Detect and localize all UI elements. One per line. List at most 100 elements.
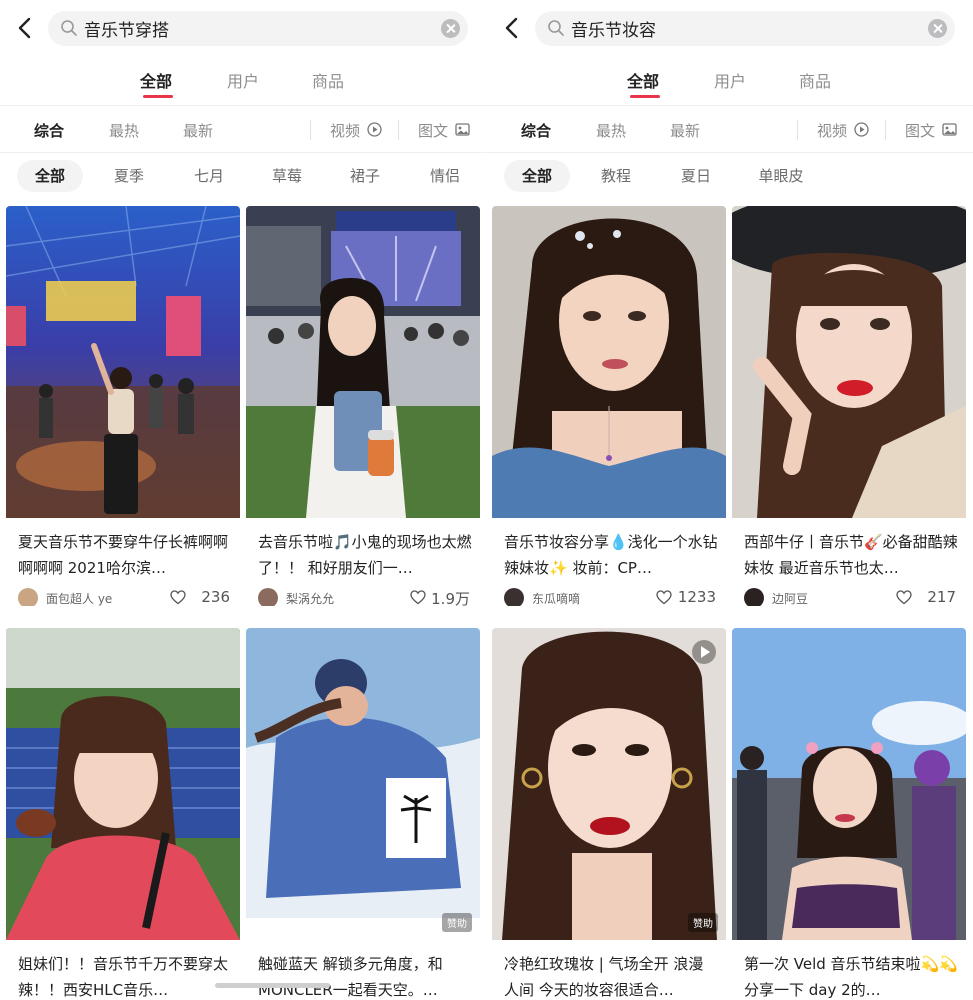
tab-users[interactable]: 用户 bbox=[714, 68, 746, 92]
clear-search-icon[interactable] bbox=[928, 19, 947, 38]
tab-users[interactable]: 用户 bbox=[227, 68, 259, 92]
tab-all-label: 全部 bbox=[140, 72, 173, 91]
tab-products[interactable]: 商品 bbox=[312, 68, 344, 92]
keyword-chips: 全部 教程 夏日 单眼皮 bbox=[487, 160, 973, 192]
chip-summer-day[interactable]: 夏日 bbox=[667, 160, 725, 192]
search-icon bbox=[61, 20, 77, 36]
play-circle-icon[interactable] bbox=[854, 122, 869, 137]
tab-all[interactable]: 全部 bbox=[140, 68, 173, 98]
play-circle-icon[interactable] bbox=[367, 122, 382, 137]
sort-hottest[interactable]: 最热 bbox=[109, 120, 139, 141]
separator bbox=[398, 120, 399, 140]
image-icon[interactable] bbox=[942, 122, 957, 137]
video-play-icon[interactable] bbox=[692, 640, 716, 664]
note-title: 冷艳红玫瑰妆 | 气场全开 浪漫人间 今天的妆容很适合… bbox=[504, 955, 704, 999]
heart-icon[interactable] bbox=[170, 590, 186, 605]
back-icon[interactable] bbox=[501, 16, 523, 40]
separator bbox=[797, 120, 798, 140]
note-title: 姐妹们！！音乐节千万不要穿太辣！！西安HLC音乐… bbox=[18, 955, 229, 999]
note-card[interactable]: 赞助 触碰蓝天 解锁多元角度，和MONCLER一起看天空。… bbox=[246, 628, 480, 1000]
chip-july[interactable]: 七月 bbox=[180, 160, 238, 192]
note-cover-image[interactable] bbox=[732, 628, 966, 940]
active-tab-indicator bbox=[630, 95, 660, 98]
chip-summer[interactable]: 夏季 bbox=[100, 160, 158, 192]
note-card[interactable]: 去音乐节啦🎵小鬼的现场也太燃了！！ 和好朋友们一… 梨涡允允 1.9万 bbox=[246, 206, 480, 606]
sort-bar: 综合 最热 最新 视频 图文 bbox=[0, 106, 486, 152]
note-cover-image[interactable]: 赞助 bbox=[492, 628, 726, 940]
like-count: 1233 bbox=[677, 588, 716, 606]
note-card[interactable]: 夏天音乐节不要穿牛仔长裤啊啊啊啊啊 2021哈尔滨… 面包超人 ye 236 bbox=[6, 206, 240, 606]
author-name[interactable]: 边阿豆 bbox=[772, 590, 808, 606]
sponsored-tag: 赞助 bbox=[688, 913, 718, 932]
search-input[interactable] bbox=[84, 11, 424, 46]
chip-tutorial[interactable]: 教程 bbox=[587, 160, 645, 192]
like-count: 1.9万 bbox=[431, 590, 470, 606]
tab-products[interactable]: 商品 bbox=[799, 68, 831, 92]
sort-hottest[interactable]: 最热 bbox=[596, 120, 626, 141]
chip-all[interactable]: 全部 bbox=[17, 160, 83, 192]
chip-single-eyelid[interactable]: 单眼皮 bbox=[745, 160, 817, 192]
chip-strawberry[interactable]: 草莓 bbox=[258, 160, 316, 192]
note-title: 触碰蓝天 解锁多元角度，和MONCLER一起看天空。… bbox=[258, 955, 443, 999]
note-title: 音乐节妆容分享💧浅化一个水钻辣妹妆✨ 妆前：CP… bbox=[504, 533, 718, 577]
author-name[interactable]: 梨涡允允 bbox=[286, 590, 334, 606]
heart-icon[interactable] bbox=[896, 590, 912, 605]
sort-comprehensive[interactable]: 综合 bbox=[521, 120, 551, 141]
heart-icon[interactable] bbox=[656, 590, 672, 605]
avatar[interactable] bbox=[504, 588, 524, 606]
filter-image-text[interactable]: 图文 bbox=[905, 120, 935, 141]
note-card[interactable]: 西部牛仔丨音乐节🎸必备甜酷辣妹妆 最近音乐节也太… 边阿豆 217 bbox=[732, 206, 966, 606]
author-name[interactable]: 东瓜嘀嘀 bbox=[532, 590, 580, 606]
note-title: 西部牛仔丨音乐节🎸必备甜酷辣妹妆 最近音乐节也太… bbox=[744, 533, 958, 577]
note-cover-image[interactable] bbox=[6, 206, 240, 518]
note-cover-image[interactable] bbox=[732, 206, 966, 518]
chip-skirt[interactable]: 裙子 bbox=[336, 160, 394, 192]
top-bar bbox=[0, 0, 486, 56]
sort-newest[interactable]: 最新 bbox=[183, 120, 213, 141]
tab-all[interactable]: 全部 bbox=[627, 68, 660, 98]
avatar[interactable] bbox=[258, 588, 278, 606]
search-bar[interactable] bbox=[535, 11, 955, 46]
note-card[interactable]: 音乐节妆容分享💧浅化一个水钻辣妹妆✨ 妆前：CP… 东瓜嘀嘀 1233 bbox=[492, 206, 726, 606]
filter-video[interactable]: 视频 bbox=[817, 120, 847, 141]
author-name[interactable]: 面包超人 ye bbox=[46, 590, 112, 606]
sponsored-tag: 赞助 bbox=[442, 913, 472, 932]
divider bbox=[0, 152, 486, 153]
filter-video[interactable]: 视频 bbox=[330, 120, 360, 141]
note-meta: 面包超人 ye 236 bbox=[18, 587, 230, 606]
keyword-chips: 全部 夏季 七月 草莓 裙子 情侣 bbox=[0, 160, 486, 192]
note-meta: 东瓜嘀嘀 1233 bbox=[504, 587, 716, 606]
image-icon[interactable] bbox=[455, 122, 470, 137]
avatar[interactable] bbox=[744, 588, 764, 606]
search-results-pane-makeup: 全部 用户 商品 综合 最热 最新 视频 图文 全部 教程 夏日 单眼皮 bbox=[487, 0, 973, 1000]
like-count: 217 bbox=[927, 588, 956, 606]
chip-couple[interactable]: 情侣 bbox=[416, 160, 474, 192]
avatar[interactable] bbox=[18, 588, 38, 606]
note-card[interactable]: 姐妹们！！音乐节千万不要穿太辣！！西安HLC音乐… bbox=[6, 628, 240, 1000]
top-bar bbox=[487, 0, 973, 56]
note-cover-image[interactable] bbox=[6, 628, 240, 940]
search-icon bbox=[548, 20, 564, 36]
clear-search-icon[interactable] bbox=[441, 19, 460, 38]
sort-comprehensive[interactable]: 综合 bbox=[34, 120, 64, 141]
note-cover-image[interactable] bbox=[246, 206, 480, 518]
sort-newest[interactable]: 最新 bbox=[670, 120, 700, 141]
note-title: 去音乐节啦🎵小鬼的现场也太燃了！！ 和好朋友们一… bbox=[258, 533, 472, 577]
note-meta: 边阿豆 217 bbox=[744, 587, 956, 606]
tab-all-label: 全部 bbox=[627, 72, 660, 91]
separator bbox=[310, 120, 311, 140]
note-card[interactable]: 第一次 Veld 音乐节结束啦💫💫 分享一下 day 2的… bbox=[732, 628, 966, 1000]
note-title: 夏天音乐节不要穿牛仔长裤啊啊啊啊啊 2021哈尔滨… bbox=[18, 533, 229, 577]
note-meta: 梨涡允允 1.9万 bbox=[258, 587, 470, 606]
search-input[interactable] bbox=[571, 11, 911, 46]
main-tabs: 全部 用户 商品 bbox=[0, 64, 486, 100]
chip-all[interactable]: 全部 bbox=[504, 160, 570, 192]
note-title: 第一次 Veld 音乐节结束啦💫💫 分享一下 day 2的… bbox=[744, 955, 958, 999]
heart-icon[interactable] bbox=[410, 590, 426, 605]
search-bar[interactable] bbox=[48, 11, 468, 46]
filter-image-text[interactable]: 图文 bbox=[418, 120, 448, 141]
note-cover-image[interactable] bbox=[492, 206, 726, 518]
note-card[interactable]: 赞助 冷艳红玫瑰妆 | 气场全开 浪漫人间 今天的妆容很适合… bbox=[492, 628, 726, 1000]
back-icon[interactable] bbox=[14, 16, 36, 40]
note-cover-image[interactable]: 赞助 bbox=[246, 628, 480, 940]
